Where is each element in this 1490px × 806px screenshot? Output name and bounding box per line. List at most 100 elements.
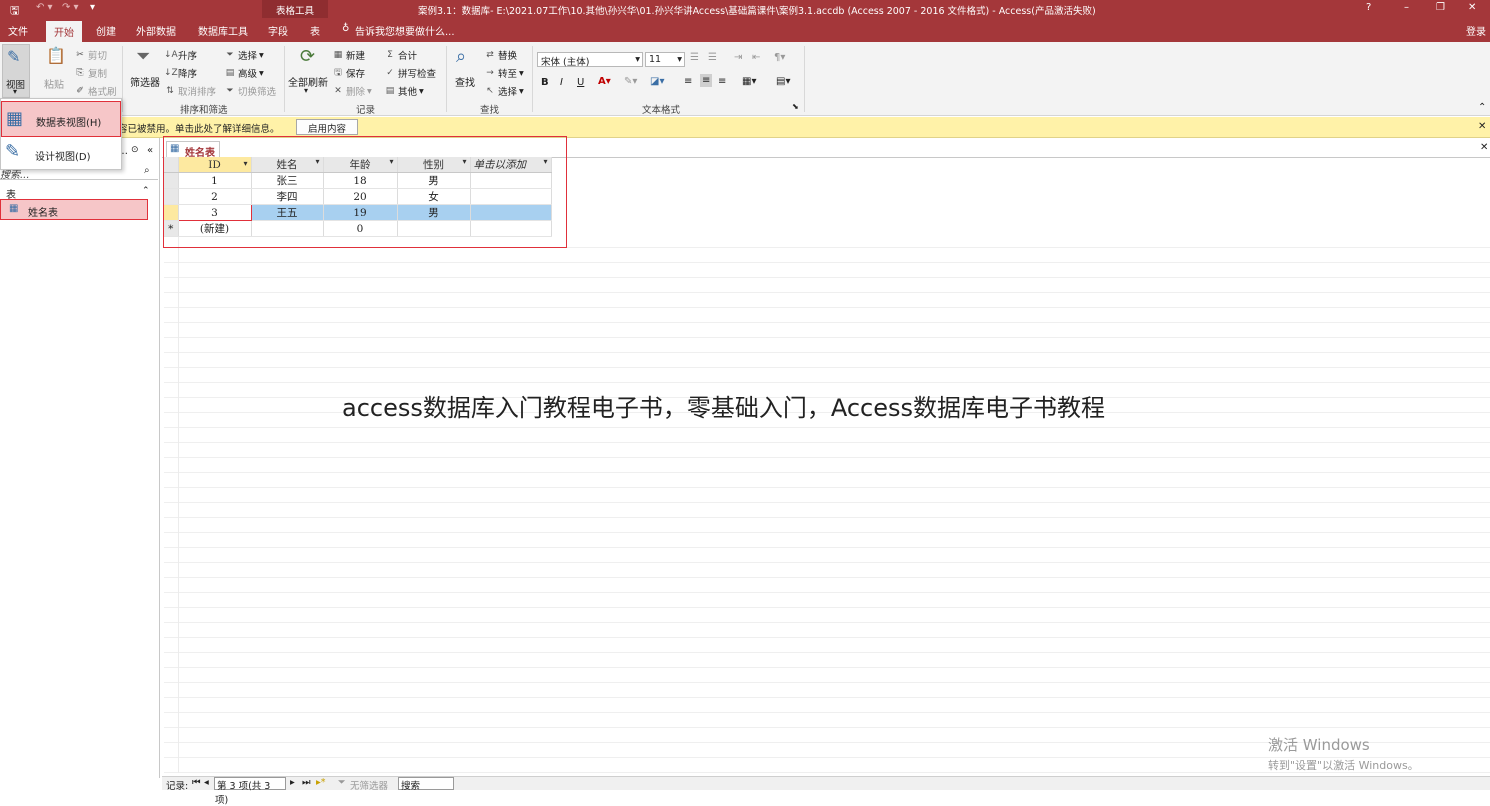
tab-create[interactable]: 创建 [96, 23, 116, 38]
brush-icon: ✐ [76, 85, 84, 96]
align-center-icon[interactable]: ≡ [700, 74, 713, 87]
restore-button[interactable]: ❐ [1436, 2, 1445, 13]
spelling-icon: ✓ [386, 67, 394, 78]
group-separator [532, 46, 533, 112]
group-separator [284, 46, 285, 112]
close-button[interactable]: ✕ [1468, 2, 1476, 13]
numbering-icon[interactable]: ☰ [708, 52, 717, 63]
annotation-outline [163, 136, 567, 248]
font-color-icon[interactable]: A▾ [598, 76, 611, 87]
descending-button[interactable]: ↓Z 降序 [164, 66, 197, 81]
gridlines-icon[interactable]: ▦▾ [742, 76, 756, 87]
record-position-field[interactable]: 第 3 项(共 3 项) [214, 777, 286, 806]
select-button[interactable]: ↖ 选择 ▾ [484, 84, 524, 99]
first-record-icon[interactable]: ⏮ [192, 777, 201, 788]
menu-item-datasheet-view[interactable]: ▦ 数据表视图(H) [1, 101, 121, 137]
message-text[interactable]: 容已被禁用。单击此处了解详细信息。 [118, 121, 280, 135]
filter-button[interactable]: ⏷ 筛选器 [128, 46, 162, 96]
group-separator [122, 46, 123, 112]
collapse-ribbon-icon[interactable]: ⌃ [1478, 102, 1486, 113]
tab-external-data[interactable]: 外部数据 [136, 23, 176, 38]
redo-icon[interactable]: ↷ ▾ [62, 2, 79, 13]
find-button[interactable]: ⌕ 查找 [452, 46, 480, 96]
message-close-button[interactable]: ✕ [1478, 121, 1486, 132]
search-icon: ⌕ [144, 165, 150, 176]
copy-icon: ⎘ [76, 67, 84, 78]
last-record-icon[interactable]: ⏭ [302, 777, 311, 788]
nav-collapse-icon[interactable]: « [147, 145, 153, 156]
sort-descending-icon: ↓Z [164, 67, 178, 78]
align-right-icon[interactable]: ≡ [718, 76, 726, 87]
nav-section-collapse-icon[interactable]: ⌃ [142, 186, 150, 196]
record-navigation-bar: 记录: ⏮ ◂ 第 3 项(共 3 项) ▸ ⏭ ▸* ⏷ 无筛选器 搜索 [162, 776, 1490, 806]
tab-table[interactable]: 表 [310, 23, 320, 38]
group-label-find: 查找 [480, 105, 500, 116]
toggle-filter-button[interactable]: ⏷ 切换筛选 [224, 84, 276, 99]
undo-icon[interactable]: ↶ ▾ [36, 2, 53, 13]
more-button[interactable]: ▤ 其他 ▾ [384, 84, 424, 99]
replace-icon: ⇄ [486, 49, 494, 60]
save-record-button[interactable]: 🖫 保存 [332, 66, 365, 81]
ascending-button[interactable]: ↓A 升序 [164, 48, 197, 63]
tab-home[interactable]: 开始 [46, 21, 82, 42]
remove-sort-button[interactable]: ⇅ 取消排序 [164, 84, 216, 99]
group-label-sort-filter: 排序和筛选 [180, 105, 228, 116]
font-name-select[interactable]: 宋体 (主体) ▾ [537, 52, 643, 68]
fill-color-icon[interactable]: ◪▾ [650, 76, 664, 87]
highlight-icon[interactable]: ✎▾ [624, 76, 637, 87]
indent-icon[interactable]: ⇥ [734, 52, 742, 63]
goto-button[interactable]: → 转至 ▾ [484, 66, 524, 81]
remove-sort-icon: ⇅ [166, 85, 174, 96]
spelling-button[interactable]: ✓ 拼写检查 [384, 66, 436, 81]
outdent-icon[interactable]: ⇤ [752, 52, 760, 63]
font-size-select[interactable]: 11 ▾ [645, 52, 685, 67]
totals-button[interactable]: Σ 合计 [384, 48, 417, 63]
tell-me-box[interactable]: 告诉我您想要做什么... [355, 23, 455, 38]
search-field[interactable]: 搜索 [398, 777, 454, 792]
new-record-icon: ▦ [333, 49, 343, 60]
windows-activation-watermark: 激活 Windows 转到"设置"以激活 Windows。 [1268, 736, 1419, 772]
tab-fields[interactable]: 字段 [268, 23, 288, 38]
row-selector-divider [178, 233, 179, 773]
sign-in-link[interactable]: 登录 [1466, 23, 1486, 38]
paste-button[interactable]: 📋 粘贴 [42, 44, 66, 98]
view-button[interactable]: ✎ 视图 ▾ [2, 44, 30, 98]
copy-button[interactable]: ⎘ 复制 [74, 66, 107, 81]
delete-record-button[interactable]: ✕ 删除 ▾ [332, 84, 372, 99]
nav-dropdown-icon[interactable]: ⊙ [131, 145, 139, 155]
datasheet-icon: ▦ [6, 108, 24, 129]
document-close-button[interactable]: ✕ [1480, 142, 1488, 153]
nav-item-table[interactable]: ▦ 姓名表 [0, 199, 148, 220]
italic-button[interactable]: I [560, 77, 563, 88]
scissors-icon: ✂ [76, 49, 84, 60]
context-tools-label: 表格工具 [262, 0, 328, 18]
previous-record-icon[interactable]: ◂ [204, 777, 209, 788]
selection-button[interactable]: ⏷ 选择 ▾ [224, 48, 263, 63]
tab-database-tools[interactable]: 数据库工具 [198, 23, 248, 38]
advanced-button[interactable]: ▤ 高级 ▾ [224, 66, 264, 81]
advanced-filter-icon: ▤ [225, 67, 235, 78]
format-painter-button[interactable]: ✐ 格式刷 [74, 84, 116, 99]
customize-qat-icon[interactable]: ▾ [90, 2, 95, 13]
new-record-nav-icon[interactable]: ▸* [316, 777, 326, 788]
bullets-icon[interactable]: ☰ [690, 52, 699, 63]
tab-file[interactable]: 文件 [8, 23, 28, 38]
enable-content-button[interactable]: 启用内容 [296, 119, 358, 135]
paragraph-icon[interactable]: ¶▾ [774, 52, 785, 63]
bold-button[interactable]: B [541, 77, 549, 88]
underline-button[interactable]: U [577, 77, 584, 88]
next-record-icon[interactable]: ▸ [290, 777, 295, 788]
new-record-button[interactable]: ▦ 新建 [332, 48, 365, 63]
replace-button[interactable]: ⇄ 替换 [484, 48, 517, 63]
minimize-button[interactable]: – [1404, 2, 1409, 13]
funnel-icon: ⏷ [136, 46, 151, 67]
help-button[interactable]: ? [1366, 2, 1371, 13]
align-left-icon[interactable]: ≡ [684, 76, 692, 87]
alt-row-color-icon[interactable]: ▤▾ [776, 76, 790, 87]
design-view-icon: ✎ [5, 141, 21, 162]
cut-button[interactable]: ✂ 剪切 [74, 48, 107, 63]
refresh-all-button[interactable]: ⟳ 全部刷新 ▾ [288, 46, 328, 100]
overlay-caption: access数据库入门教程电子书，零基础入门，Access数据库电子书教程 [342, 394, 1106, 422]
menu-item-design-view[interactable]: ✎ 设计视图(D) [1, 139, 121, 169]
dialog-launcher-icon[interactable]: ⬊ [792, 102, 799, 111]
